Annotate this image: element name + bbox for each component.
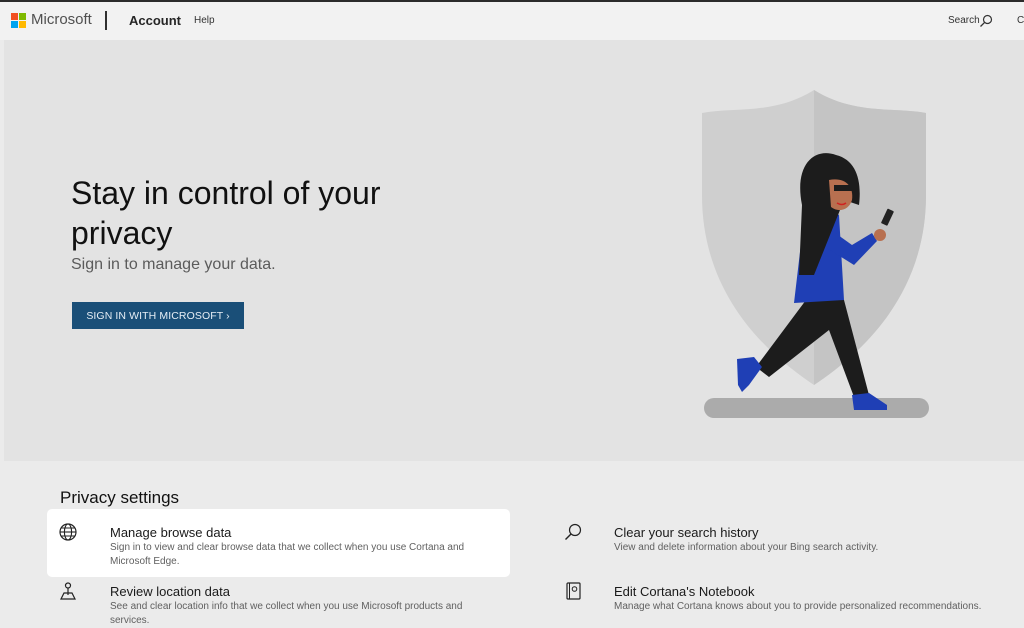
setting-description: See and clear location info that we coll… <box>110 601 463 626</box>
brand-name[interactable]: Microsoft <box>31 11 92 28</box>
microsoft-logo-icon[interactable] <box>11 13 27 29</box>
setting-description: View and delete information about your B… <box>614 542 879 553</box>
search-icon[interactable] <box>979 14 993 28</box>
hero-banner: Stay in control of your privacy Sign in … <box>4 40 1024 461</box>
globe-icon <box>59 523 77 541</box>
setting-description: Sign in to view and clear browse data th… <box>110 542 465 567</box>
privacy-settings-title: Privacy settings <box>60 488 180 507</box>
privacy-shield-illustration <box>702 90 929 418</box>
setting-title[interactable]: Review location data <box>110 584 230 599</box>
setting-title[interactable]: Clear your search history <box>614 525 759 540</box>
search-label[interactable]: Search <box>948 15 980 26</box>
header-divider <box>105 11 107 30</box>
sign-in-button[interactable]: SIGN IN WITH MICROSOFT › <box>72 302 244 329</box>
location-icon <box>60 582 76 600</box>
top-header: Microsoft Account Help Search C <box>0 0 1024 40</box>
header-overflow-item[interactable]: C <box>1017 15 1024 26</box>
notebook-icon <box>566 582 581 600</box>
search-icon <box>565 523 582 540</box>
hero-title: Stay in control of your privacy <box>71 175 381 251</box>
setting-description: Manage what Cortana knows about you to p… <box>614 601 982 612</box>
nav-account-link[interactable]: Account <box>129 13 181 28</box>
hero-subtitle: Sign in to manage your data. <box>71 256 276 273</box>
setting-title[interactable]: Edit Cortana's Notebook <box>614 584 755 599</box>
nav-help-link[interactable]: Help <box>194 15 215 26</box>
setting-title[interactable]: Manage browse data <box>110 525 231 540</box>
